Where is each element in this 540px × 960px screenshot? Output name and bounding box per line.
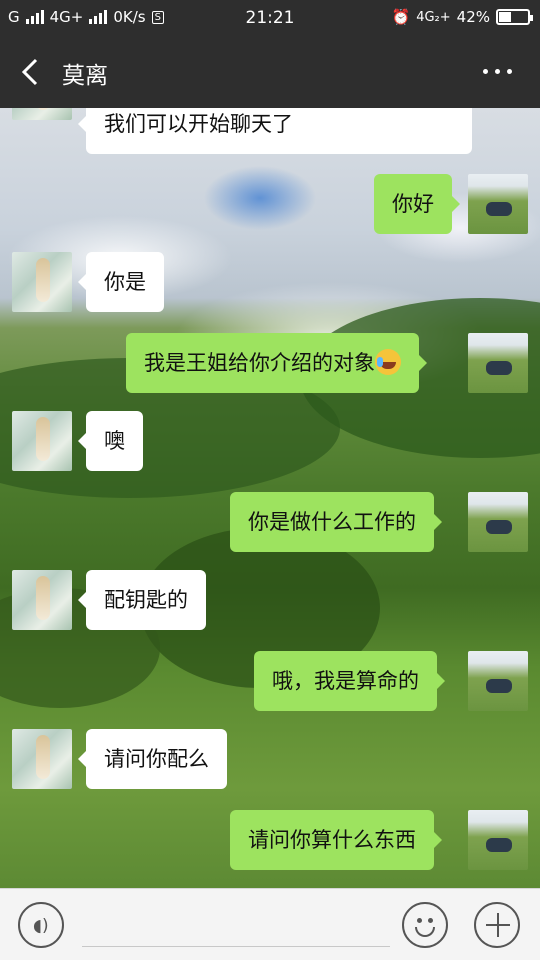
emoji-icon[interactable] — [402, 902, 448, 948]
plus-icon[interactable] — [474, 902, 520, 948]
chat-area[interactable]: 我们可以开始聊天了 你好 你是 我是王姐给你介绍的对象 噢 你是做什么工作的 配… — [0, 108, 540, 888]
message-bubble-sent[interactable]: 你好 — [374, 174, 460, 234]
contact-avatar[interactable] — [12, 729, 72, 789]
more-dots-icon[interactable] — [483, 69, 512, 74]
user-avatar[interactable] — [468, 651, 528, 711]
message-text: 我是王姐给你介绍的对象 — [144, 351, 375, 375]
status-bar: G 4G+ 0K/s S 21:21 ⏰ 4G₂+ 42% — [0, 0, 540, 36]
voice-icon[interactable]: ◖) — [18, 902, 64, 948]
message-bubble-sent[interactable]: 哦，我是算命的 — [254, 651, 445, 711]
user-avatar[interactable] — [468, 333, 528, 393]
battery-percent: 42% — [456, 8, 490, 26]
user-avatar[interactable] — [468, 492, 528, 552]
alarm-icon: ⏰ — [391, 8, 411, 26]
contact-avatar[interactable] — [12, 570, 72, 630]
chat-title: 莫离 — [62, 63, 108, 89]
input-bar: ◖) — [0, 888, 540, 960]
battery-fill — [499, 12, 511, 22]
contact-avatar[interactable] — [12, 108, 72, 120]
battery-icon — [496, 9, 533, 25]
crying-laughing-emoji-icon — [375, 349, 401, 375]
contact-avatar[interactable] — [12, 411, 72, 471]
message-bubble-received[interactable]: 噢 — [78, 411, 143, 471]
chevron-left-icon[interactable] — [20, 58, 42, 86]
user-avatar[interactable] — [468, 810, 528, 870]
message-bubble-received[interactable]: 我们可以开始聊天了 — [78, 108, 472, 154]
message-bubble-received[interactable]: 请问你配么 — [78, 729, 227, 789]
user-avatar[interactable] — [468, 174, 528, 234]
contact-avatar[interactable] — [12, 252, 72, 312]
message-bubble-sent[interactable]: 你是做什么工作的 — [230, 492, 442, 552]
chat-header: 莫离 — [0, 36, 540, 108]
message-bubble-received[interactable]: 配钥匙的 — [78, 570, 206, 630]
message-bubble-sent[interactable]: 请问你算什么东西 — [230, 810, 442, 870]
message-bubble-sent[interactable]: 我是王姐给你介绍的对象 — [126, 333, 427, 393]
network-type-right: 4G₂+ — [416, 9, 451, 25]
message-bubble-received[interactable]: 你是 — [78, 252, 164, 312]
message-input[interactable] — [82, 907, 390, 947]
